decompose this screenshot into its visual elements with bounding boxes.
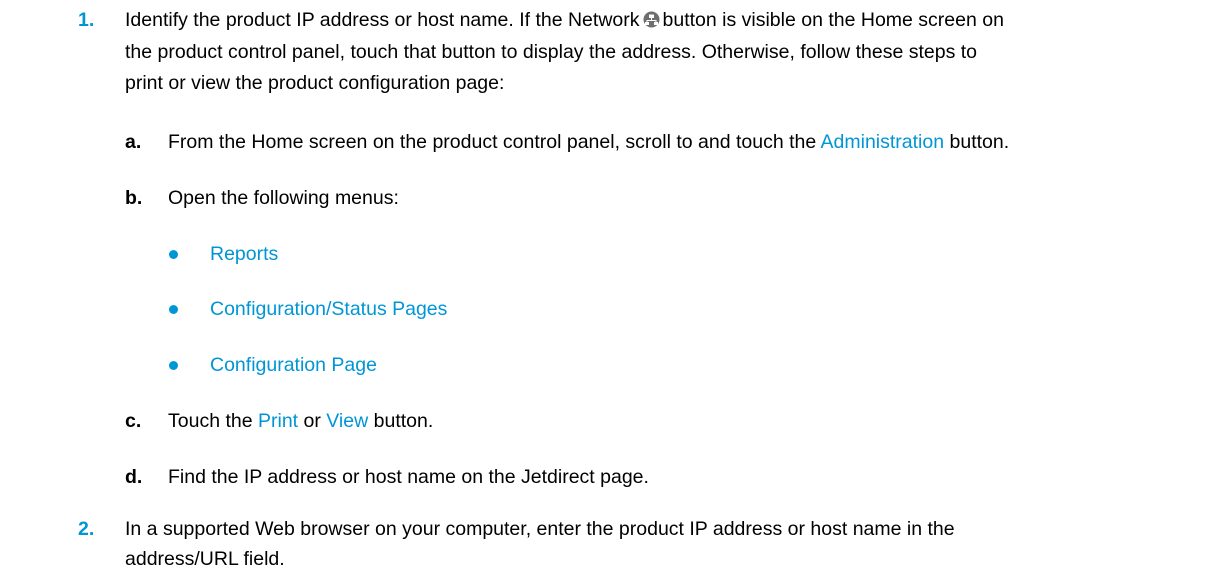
step-2-line-2: address/URL field.: [125, 548, 285, 570]
substep-letter: c.: [125, 410, 142, 432]
bullet-icon: [169, 305, 178, 314]
substep-c-text-mid: or: [303, 410, 321, 432]
step-number: 1.: [78, 9, 95, 31]
step-2-text: In a supported Web browser on your compu…: [125, 515, 1185, 575]
menu-configuration-status-pages: Configuration/Status Pages: [210, 298, 448, 320]
step-1-line-2: the product control panel, touch that bu…: [125, 41, 978, 63]
print-button-label: Print: [257, 410, 299, 432]
substep-b-text: Open the following menus:: [168, 187, 399, 209]
step-1-text: Identify the product IP address or host …: [125, 6, 1185, 100]
substep-c-text-after: button.: [373, 410, 434, 432]
substep-letter: d.: [125, 466, 143, 488]
instructions-page: 1. Identify the product IP address or ho…: [0, 0, 1220, 577]
substep-c-text: Touch the Print or View button.: [168, 407, 1208, 435]
menu-configuration-page: Configuration Page: [210, 354, 377, 376]
view-button-label: View: [326, 410, 369, 432]
administration-button-label: Administration: [820, 131, 945, 153]
step-1-text-before-icon: Identify the product IP address or host …: [125, 9, 640, 31]
step-1-line-1: Identify the product IP address or host …: [125, 6, 1185, 38]
step-number: 2.: [78, 518, 95, 540]
substep-d-text: Find the IP address or host name on the …: [168, 466, 649, 488]
step-1-line-3: print or view the product configuration …: [125, 72, 505, 94]
substep-letter: b.: [125, 187, 143, 209]
substep-a-text-after: button.: [949, 131, 1010, 153]
substep-a-text: From the Home screen on the product cont…: [168, 128, 1208, 156]
bullet-icon: [169, 361, 178, 370]
menu-reports: Reports: [210, 243, 279, 265]
substep-letter: a.: [125, 131, 142, 153]
substep-a-text-before: From the Home screen on the product cont…: [168, 131, 817, 153]
network-icon: [643, 8, 660, 28]
step-1-text-after-icon: button is visible on the Home screen on: [662, 9, 1004, 31]
bullet-icon: [169, 250, 178, 259]
substep-c-text-before: Touch the: [168, 410, 253, 432]
step-2-line-1: In a supported Web browser on your compu…: [125, 518, 955, 540]
